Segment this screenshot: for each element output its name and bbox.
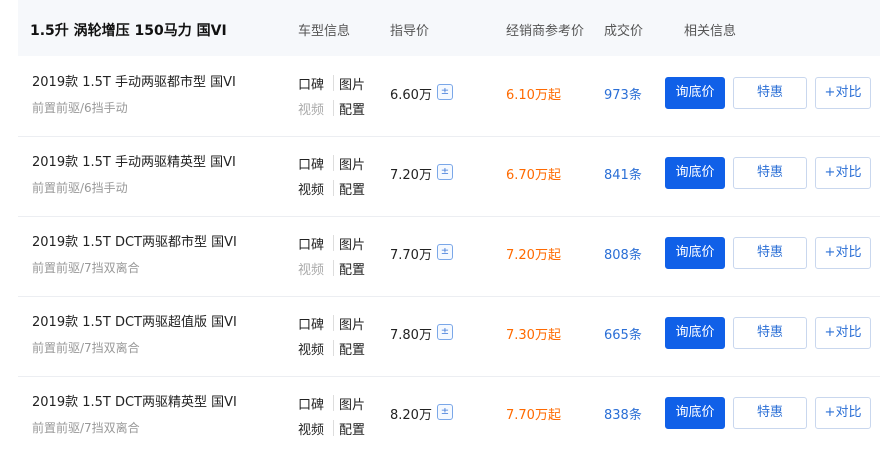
- config-link[interactable]: 配置: [339, 99, 365, 118]
- divider: [333, 235, 334, 251]
- deal-count[interactable]: 838条: [604, 404, 642, 423]
- add-compare-button[interactable]: +对比: [815, 237, 871, 269]
- photo-link[interactable]: 图片: [339, 74, 365, 93]
- table-row: 2019款 1.5T DCT两驱都市型 国VI 前置前驱/7挡双离合 口碑 图片…: [18, 216, 880, 297]
- table-row: 2019款 1.5T 手动两驱精英型 国VI 前置前驱/6挡手动 口碑 图片 视…: [18, 136, 880, 217]
- model-spec: 前置前驱/6挡手动: [32, 181, 128, 195]
- special-offer-button[interactable]: 特惠: [733, 237, 807, 269]
- model-spec: 前置前驱/7挡双离合: [32, 261, 140, 275]
- table-row: 2019款 1.5T DCT两驱超值版 国VI 前置前驱/7挡双离合 口碑 图片…: [18, 296, 880, 377]
- guide-price: 6.60万: [390, 88, 432, 103]
- col-deal-price: 成交价: [604, 24, 644, 39]
- config-link[interactable]: 配置: [339, 419, 365, 438]
- divider: [333, 315, 334, 331]
- divider: [333, 155, 334, 171]
- video-link: 视频: [298, 263, 325, 278]
- inquire-price-button[interactable]: 询底价: [665, 317, 725, 349]
- photo-link[interactable]: 图片: [339, 394, 365, 413]
- calculator-icon[interactable]: ±: [437, 324, 453, 340]
- divider: [333, 395, 334, 411]
- model-name[interactable]: 2019款 1.5T DCT两驱精英型 国VI: [32, 391, 237, 410]
- table-row: 2019款 1.5T DCT两驱精英型 国VI 前置前驱/7挡双离合 口碑 图片…: [18, 376, 880, 456]
- inquire-price-button[interactable]: 询底价: [665, 157, 725, 189]
- model-spec: 前置前驱/7挡双离合: [32, 341, 140, 355]
- inquire-price-button[interactable]: 询底价: [665, 77, 725, 109]
- config-link[interactable]: 配置: [339, 179, 365, 198]
- col-model-info: 车型信息: [298, 24, 351, 39]
- special-offer-button[interactable]: 特惠: [733, 397, 807, 429]
- divider: [333, 100, 334, 116]
- inquire-price-button[interactable]: 询底价: [665, 397, 725, 429]
- video-link[interactable]: 视频: [298, 339, 324, 358]
- deal-count[interactable]: 841条: [604, 164, 642, 183]
- dealer-price[interactable]: 7.70万起: [506, 404, 561, 423]
- divider: [333, 420, 334, 436]
- add-compare-button[interactable]: +对比: [815, 317, 871, 349]
- col-dealer-price: 经销商参考价: [506, 24, 585, 39]
- video-link[interactable]: 视频: [298, 179, 324, 198]
- engine-group-title: 1.5升 涡轮增压 150马力 国VI: [30, 23, 227, 39]
- dealer-price[interactable]: 7.30万起: [506, 324, 561, 343]
- add-compare-button[interactable]: +对比: [815, 77, 871, 109]
- photo-link[interactable]: 图片: [339, 154, 365, 173]
- guide-price: 7.70万: [390, 248, 432, 263]
- table-header: 1.5升 涡轮增压 150马力 国VI 车型信息 指导价 经销商参考价 成交价 …: [18, 0, 880, 56]
- model-spec: 前置前驱/7挡双离合: [32, 421, 140, 435]
- review-link[interactable]: 口碑: [298, 234, 324, 253]
- review-link[interactable]: 口碑: [298, 74, 324, 93]
- review-link[interactable]: 口碑: [298, 154, 324, 173]
- special-offer-button[interactable]: 特惠: [733, 157, 807, 189]
- special-offer-button[interactable]: 特惠: [733, 317, 807, 349]
- inquire-price-button[interactable]: 询底价: [665, 237, 725, 269]
- review-link[interactable]: 口碑: [298, 394, 324, 413]
- photo-link[interactable]: 图片: [339, 314, 365, 333]
- calculator-icon[interactable]: ±: [437, 84, 453, 100]
- calculator-icon[interactable]: ±: [437, 404, 453, 420]
- guide-price: 8.20万: [390, 408, 432, 423]
- config-link[interactable]: 配置: [339, 339, 365, 358]
- video-link: 视频: [298, 103, 325, 118]
- model-name[interactable]: 2019款 1.5T DCT两驱都市型 国VI: [32, 231, 237, 250]
- deal-count[interactable]: 973条: [604, 84, 642, 103]
- dealer-price[interactable]: 6.10万起: [506, 84, 561, 103]
- col-related-info: 相关信息: [684, 24, 737, 39]
- divider: [333, 260, 334, 276]
- col-guide-price: 指导价: [390, 24, 430, 39]
- table-row: 2019款 1.5T 手动两驱都市型 国VI 前置前驱/6挡手动 口碑 图片 视…: [18, 56, 880, 137]
- guide-price: 7.20万: [390, 168, 432, 183]
- deal-count[interactable]: 808条: [604, 244, 642, 263]
- model-name[interactable]: 2019款 1.5T 手动两驱精英型 国VI: [32, 151, 236, 170]
- divider: [333, 180, 334, 196]
- add-compare-button[interactable]: +对比: [815, 157, 871, 189]
- dealer-price[interactable]: 6.70万起: [506, 164, 561, 183]
- video-link[interactable]: 视频: [298, 419, 324, 438]
- model-name[interactable]: 2019款 1.5T 手动两驱都市型 国VI: [32, 71, 236, 90]
- special-offer-button[interactable]: 特惠: [733, 77, 807, 109]
- divider: [333, 75, 334, 91]
- model-spec: 前置前驱/6挡手动: [32, 101, 128, 115]
- photo-link[interactable]: 图片: [339, 234, 365, 253]
- config-link[interactable]: 配置: [339, 259, 365, 278]
- divider: [333, 340, 334, 356]
- deal-count[interactable]: 665条: [604, 324, 642, 343]
- dealer-price[interactable]: 7.20万起: [506, 244, 561, 263]
- guide-price: 7.80万: [390, 328, 432, 343]
- model-name[interactable]: 2019款 1.5T DCT两驱超值版 国VI: [32, 311, 237, 330]
- review-link[interactable]: 口碑: [298, 314, 324, 333]
- add-compare-button[interactable]: +对比: [815, 397, 871, 429]
- calculator-icon[interactable]: ±: [437, 244, 453, 260]
- calculator-icon[interactable]: ±: [437, 164, 453, 180]
